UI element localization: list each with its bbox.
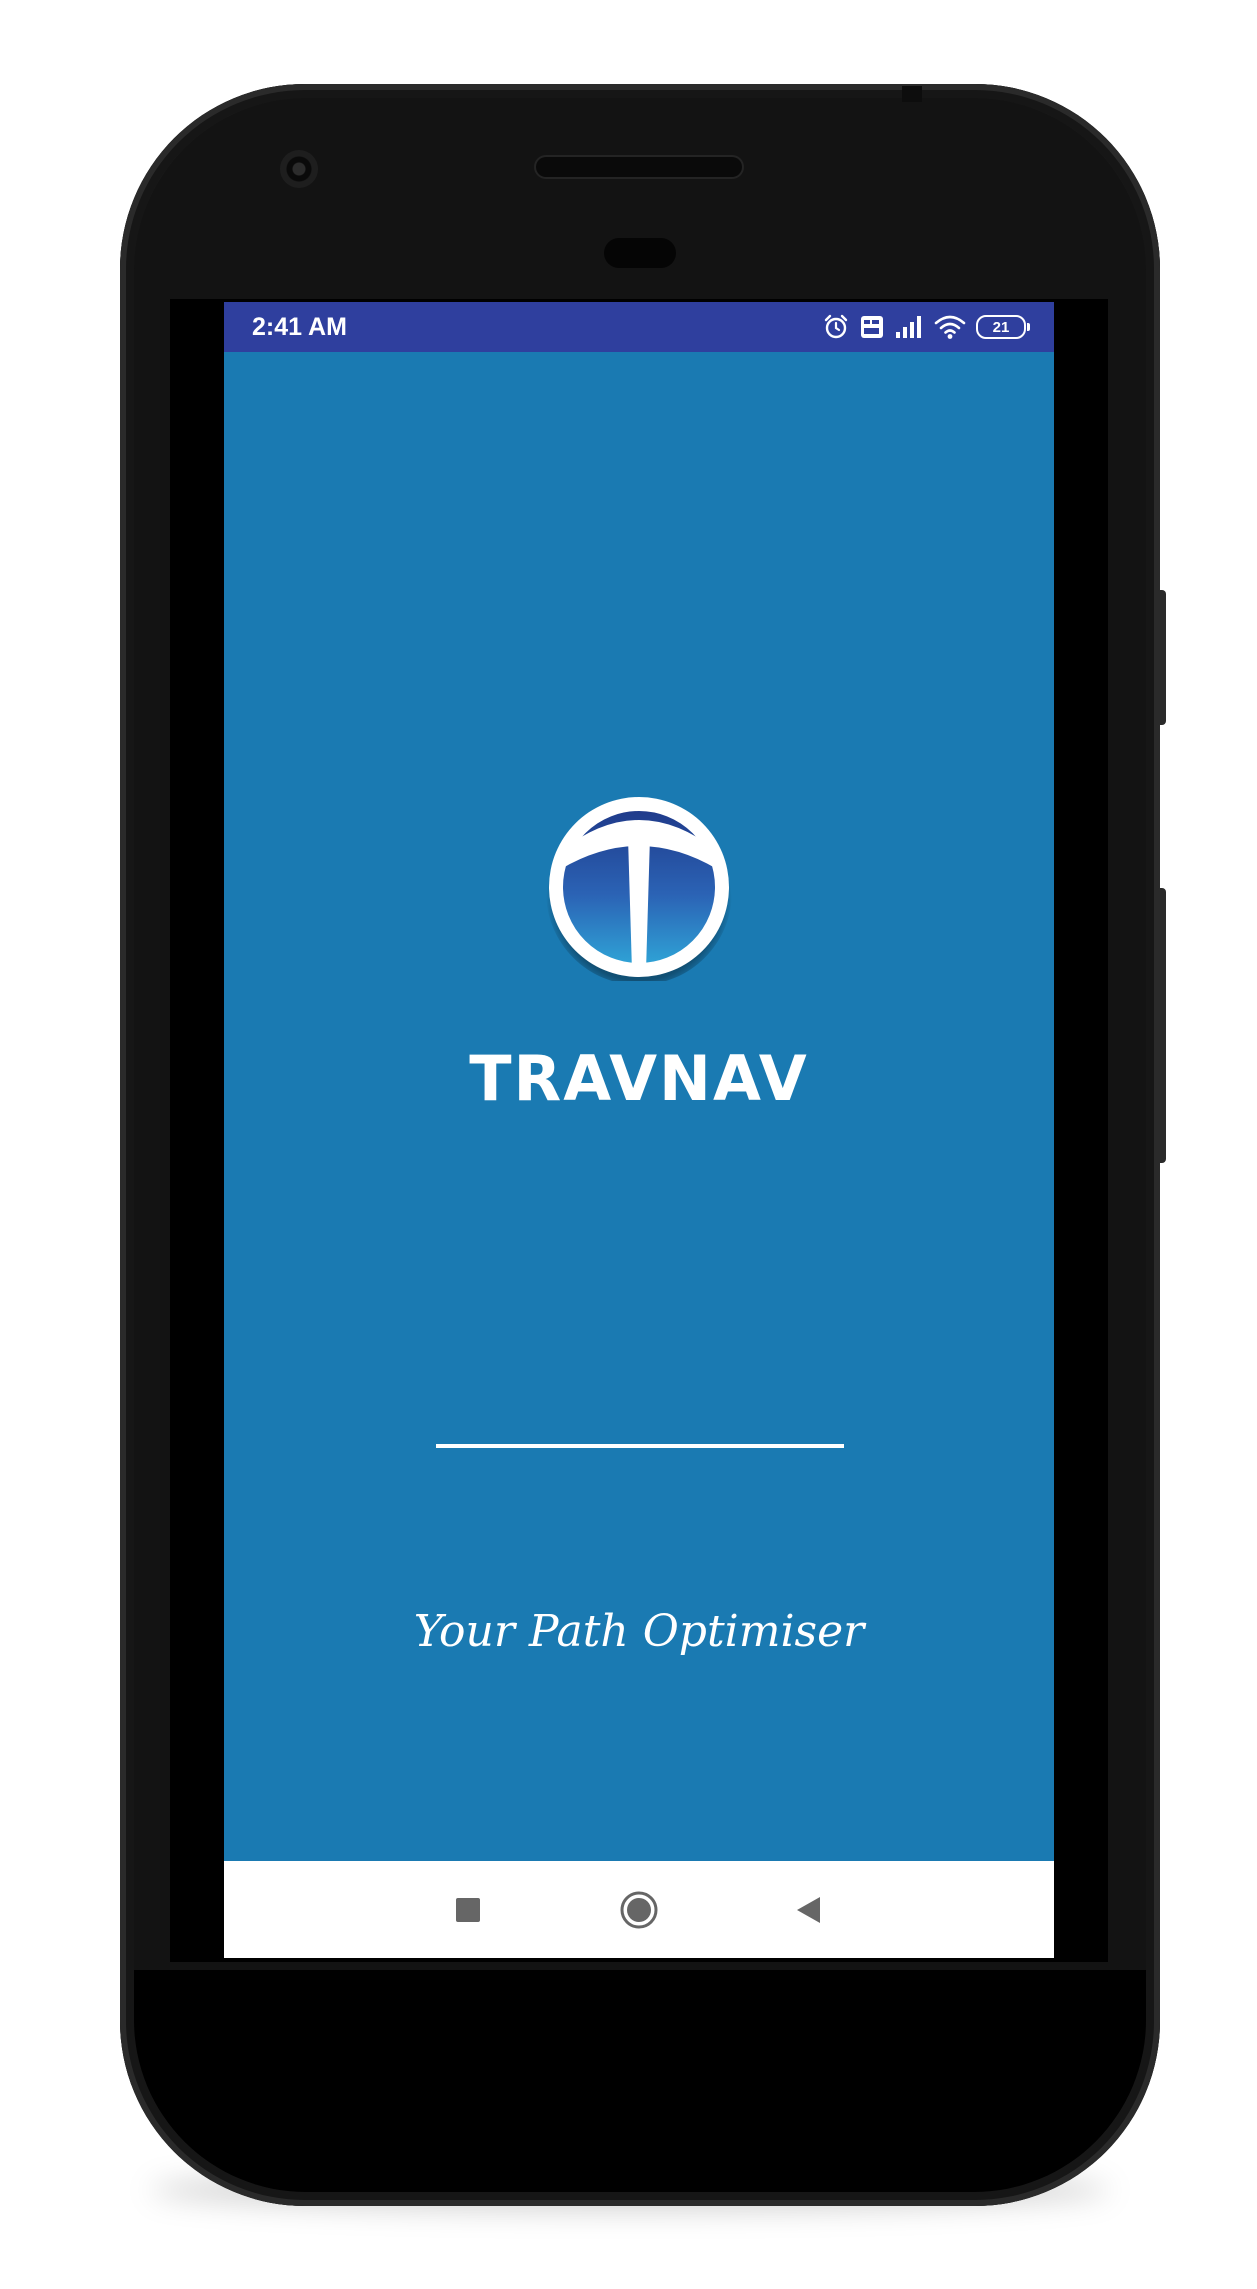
app-screen: 2:41 AM 21 TRAVNAV Your Path Optimiser <box>224 302 1054 1958</box>
device-mockup: 2:41 AM 21 TRAVNAV Your Path Optimiser <box>0 0 1257 2289</box>
battery-level: 21 <box>976 315 1026 339</box>
status-icons: 21 <box>822 311 1030 343</box>
home-button[interactable] <box>594 1861 684 1958</box>
volume-button <box>1156 888 1166 1163</box>
status-time: 2:41 AM <box>252 313 347 341</box>
alarm-icon <box>822 313 850 341</box>
front-camera <box>280 150 318 188</box>
phone-chin <box>134 1970 1146 2192</box>
antenna-line <box>902 86 922 102</box>
battery-icon: 21 <box>976 315 1030 339</box>
earpiece-speaker <box>536 157 742 177</box>
signal-icon <box>894 314 924 340</box>
wifi-icon <box>934 314 966 340</box>
back-button[interactable] <box>763 1861 853 1958</box>
system-navigation-bar <box>224 1861 1054 1958</box>
proximity-sensor <box>604 238 676 268</box>
volte-icon <box>860 315 884 339</box>
circle-home-icon <box>620 1891 658 1928</box>
travnav-logo <box>546 797 732 981</box>
app-title: TRAVNAV <box>469 1042 809 1115</box>
recent-apps-button[interactable] <box>423 1861 513 1958</box>
app-tagline: Your Path Optimiser <box>413 1606 865 1657</box>
power-button <box>1156 590 1166 725</box>
splash-screen: TRAVNAV Your Path Optimiser <box>224 352 1054 1861</box>
square-icon <box>456 1897 480 1922</box>
back-triangle-icon <box>797 1896 820 1923</box>
loading-progress-fill <box>436 1444 844 1448</box>
battery-tip <box>1027 323 1030 331</box>
loading-progress-bar <box>436 1444 844 1448</box>
status-bar: 2:41 AM 21 <box>224 302 1054 352</box>
